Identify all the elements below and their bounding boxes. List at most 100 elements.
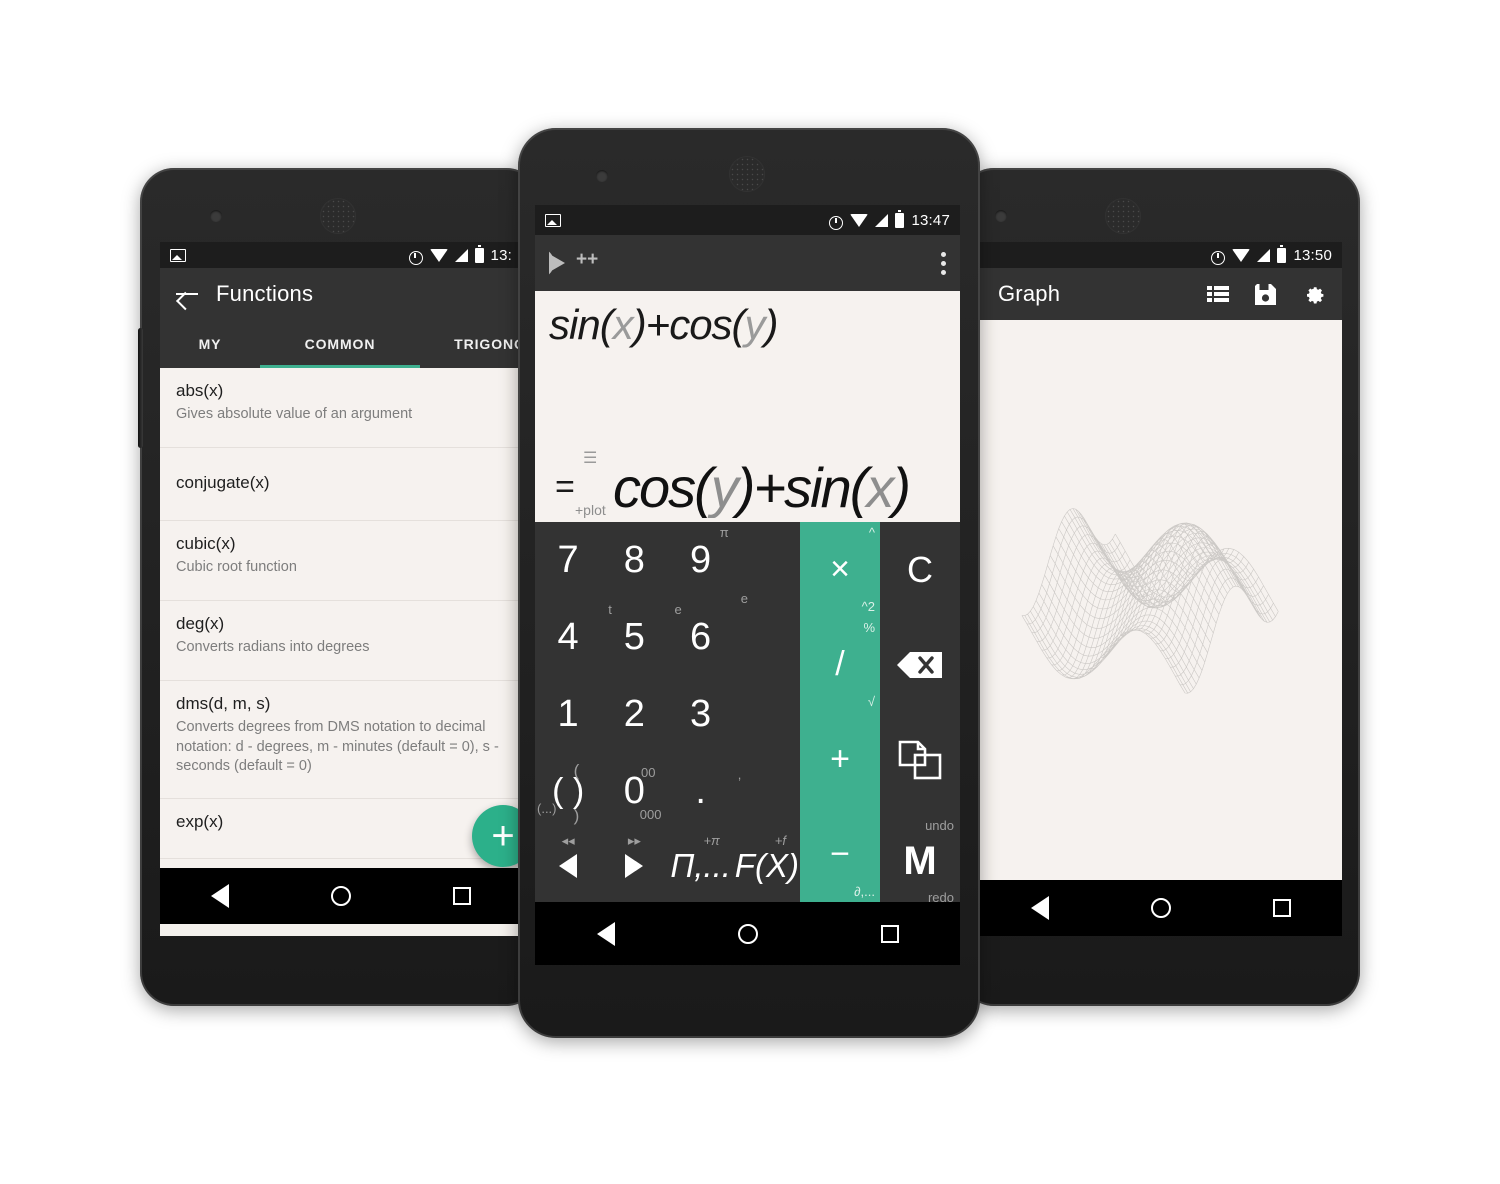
key-minus[interactable]: ∂,... − bbox=[800, 807, 880, 902]
calculator-display[interactable]: sin(x)+cos(y) ☰ = +plot cos(y)+sin(x) bbox=[535, 291, 960, 522]
tab-common[interactable]: COMMON bbox=[260, 320, 420, 368]
expression-input[interactable]: sin(x)+cos(y) bbox=[535, 291, 960, 349]
app-bar-actions bbox=[1207, 282, 1326, 306]
nav-back-icon[interactable] bbox=[1031, 896, 1049, 920]
key-divide[interactable]: % √ / bbox=[800, 617, 880, 712]
phone-right: 13:50 Graph bbox=[958, 168, 1360, 1006]
key-cursor-right[interactable]: ▸▸ bbox=[601, 830, 667, 902]
back-arrow-icon[interactable] bbox=[174, 281, 200, 307]
nav-bar-right bbox=[980, 880, 1342, 936]
key-hint-percent: % bbox=[863, 620, 875, 635]
key-3[interactable]: 3 bbox=[668, 676, 734, 753]
battery-icon bbox=[474, 245, 484, 263]
graph-plot-area[interactable] bbox=[980, 320, 1342, 880]
app-bar-functions: Functions bbox=[160, 268, 522, 320]
key-7[interactable]: 7 bbox=[535, 522, 601, 599]
logo-plusplus-text: ++ bbox=[576, 249, 599, 270]
nav-back-icon[interactable] bbox=[211, 884, 229, 908]
list-item[interactable]: cubic(x) Cubic root function bbox=[160, 521, 522, 601]
function-name: conjugate(x) bbox=[176, 472, 270, 492]
tab-trigonometry[interactable]: TRIGONO bbox=[420, 320, 522, 368]
status-right-icons: 13:47 bbox=[828, 210, 950, 230]
function-name: abs(x) bbox=[176, 381, 224, 400]
key-hint-add-function: +f bbox=[774, 833, 786, 848]
list-icon[interactable] bbox=[1207, 285, 1229, 303]
key-hint-square: ^2 bbox=[861, 599, 875, 614]
list-item[interactable]: exp(x) bbox=[160, 799, 522, 859]
function-list[interactable]: abs(x) Gives absolute value of an argume… bbox=[160, 368, 522, 868]
nav-home-icon[interactable] bbox=[1151, 898, 1171, 918]
key-multiply[interactable]: ^ ^2 × bbox=[800, 522, 880, 617]
nav-home-icon[interactable] bbox=[331, 886, 351, 906]
list-item[interactable]: conjugate(x) bbox=[160, 448, 522, 521]
copy-icon bbox=[898, 740, 942, 779]
key-1[interactable]: 1 bbox=[535, 676, 601, 753]
key-hint-t: e bbox=[674, 602, 682, 617]
key-6[interactable]: e 6 bbox=[668, 599, 734, 676]
key-label: × bbox=[830, 550, 850, 588]
page-title: Functions bbox=[216, 281, 314, 306]
keypad-operators-column[interactable]: ^ ^2 × % √ / + ∂,... − bbox=[800, 522, 880, 902]
key-label: П,... bbox=[670, 847, 731, 884]
function-name: dms(d, m, s) bbox=[176, 694, 271, 713]
key-hint-derivative: ∂,... bbox=[854, 884, 875, 899]
key-2[interactable]: 2 bbox=[601, 676, 667, 753]
arrow-right-icon bbox=[625, 854, 644, 878]
tab-my[interactable]: MY bbox=[160, 320, 260, 368]
nav-bar-center bbox=[535, 902, 960, 965]
app-bar-calculator: ++ bbox=[535, 235, 960, 291]
key-copy[interactable] bbox=[880, 712, 960, 807]
arrow-left-icon bbox=[559, 854, 578, 878]
keypad-main-grid[interactable]: 7 8 π 9 4 t 5 e 6 e 1 2 3 (...) () () … bbox=[535, 522, 800, 902]
key-clear[interactable]: C bbox=[880, 522, 960, 617]
status-right-icons: 13: bbox=[408, 245, 512, 265]
volume-button[interactable] bbox=[138, 328, 143, 448]
settings-gear-icon[interactable] bbox=[1302, 282, 1326, 306]
key-4[interactable]: 4 bbox=[535, 599, 601, 676]
key-memory[interactable]: undo redo M bbox=[880, 814, 960, 909]
key-hint-open-paren: ( bbox=[573, 761, 580, 780]
calculator-plus-plus-logo: ++ bbox=[549, 247, 598, 279]
nav-back-icon[interactable] bbox=[596, 921, 615, 946]
key-brackets[interactable]: (...) ( ) ( ) bbox=[535, 753, 601, 830]
key-cursor-left[interactable]: ◂◂ bbox=[535, 830, 601, 902]
nav-home-icon[interactable] bbox=[737, 923, 758, 944]
tab-strip: MY COMMON TRIGONO bbox=[160, 320, 522, 368]
key-plus[interactable]: + bbox=[800, 712, 880, 807]
front-camera-icon bbox=[995, 210, 1007, 222]
display-menu-icon[interactable]: ☰ bbox=[583, 448, 597, 468]
nav-bar-left bbox=[160, 868, 522, 924]
save-icon[interactable] bbox=[1255, 283, 1276, 305]
result-expression: cos(y)+sin(x) bbox=[613, 459, 911, 518]
key-label: / bbox=[835, 645, 845, 683]
phone-right-screen: 13:50 Graph bbox=[980, 242, 1342, 936]
key-hint-close-paren: ) bbox=[573, 806, 580, 825]
key-hint-add-pi: +π bbox=[703, 833, 720, 848]
more-vert-icon[interactable] bbox=[941, 251, 946, 275]
key-8[interactable]: 8 bbox=[601, 522, 667, 599]
key-backspace[interactable] bbox=[880, 617, 960, 712]
signal-icon bbox=[1257, 248, 1271, 262]
key-hint-x: t bbox=[608, 602, 612, 617]
surface-wireframe bbox=[1021, 508, 1279, 694]
key-decimal-point[interactable]: . bbox=[668, 753, 734, 830]
list-item[interactable]: dms(d, m, s) Converts degrees from DMS n… bbox=[160, 681, 522, 799]
key-hint-undo: undo bbox=[925, 818, 954, 833]
key-label: − bbox=[830, 835, 850, 873]
nav-recents-icon[interactable] bbox=[453, 887, 471, 905]
function-name: cubic(x) bbox=[176, 534, 236, 553]
key-9[interactable]: π 9 bbox=[668, 522, 734, 599]
list-item[interactable]: abs(x) Gives absolute value of an argume… bbox=[160, 368, 522, 448]
nav-recents-icon[interactable] bbox=[1273, 899, 1291, 917]
key-functions[interactable]: +f F(X) bbox=[734, 830, 800, 902]
earpiece-speaker bbox=[1105, 198, 1141, 234]
status-right-icons: 13:50 bbox=[1210, 245, 1332, 265]
plot-hint-label[interactable]: +plot bbox=[575, 502, 606, 518]
list-item[interactable]: deg(x) Converts radians into degrees bbox=[160, 601, 522, 681]
key-0[interactable]: 00 000 0 bbox=[601, 753, 667, 830]
equals-block[interactable]: ☰ = +plot bbox=[549, 444, 613, 518]
key-constants[interactable]: +π П,... bbox=[668, 830, 734, 902]
nav-recents-icon[interactable] bbox=[880, 924, 899, 943]
key-5[interactable]: t 5 bbox=[601, 599, 667, 676]
phone-center: 13:47 ++ sin(x)+cos(y) ☰ = +plot cos(y)+… bbox=[518, 128, 980, 1038]
